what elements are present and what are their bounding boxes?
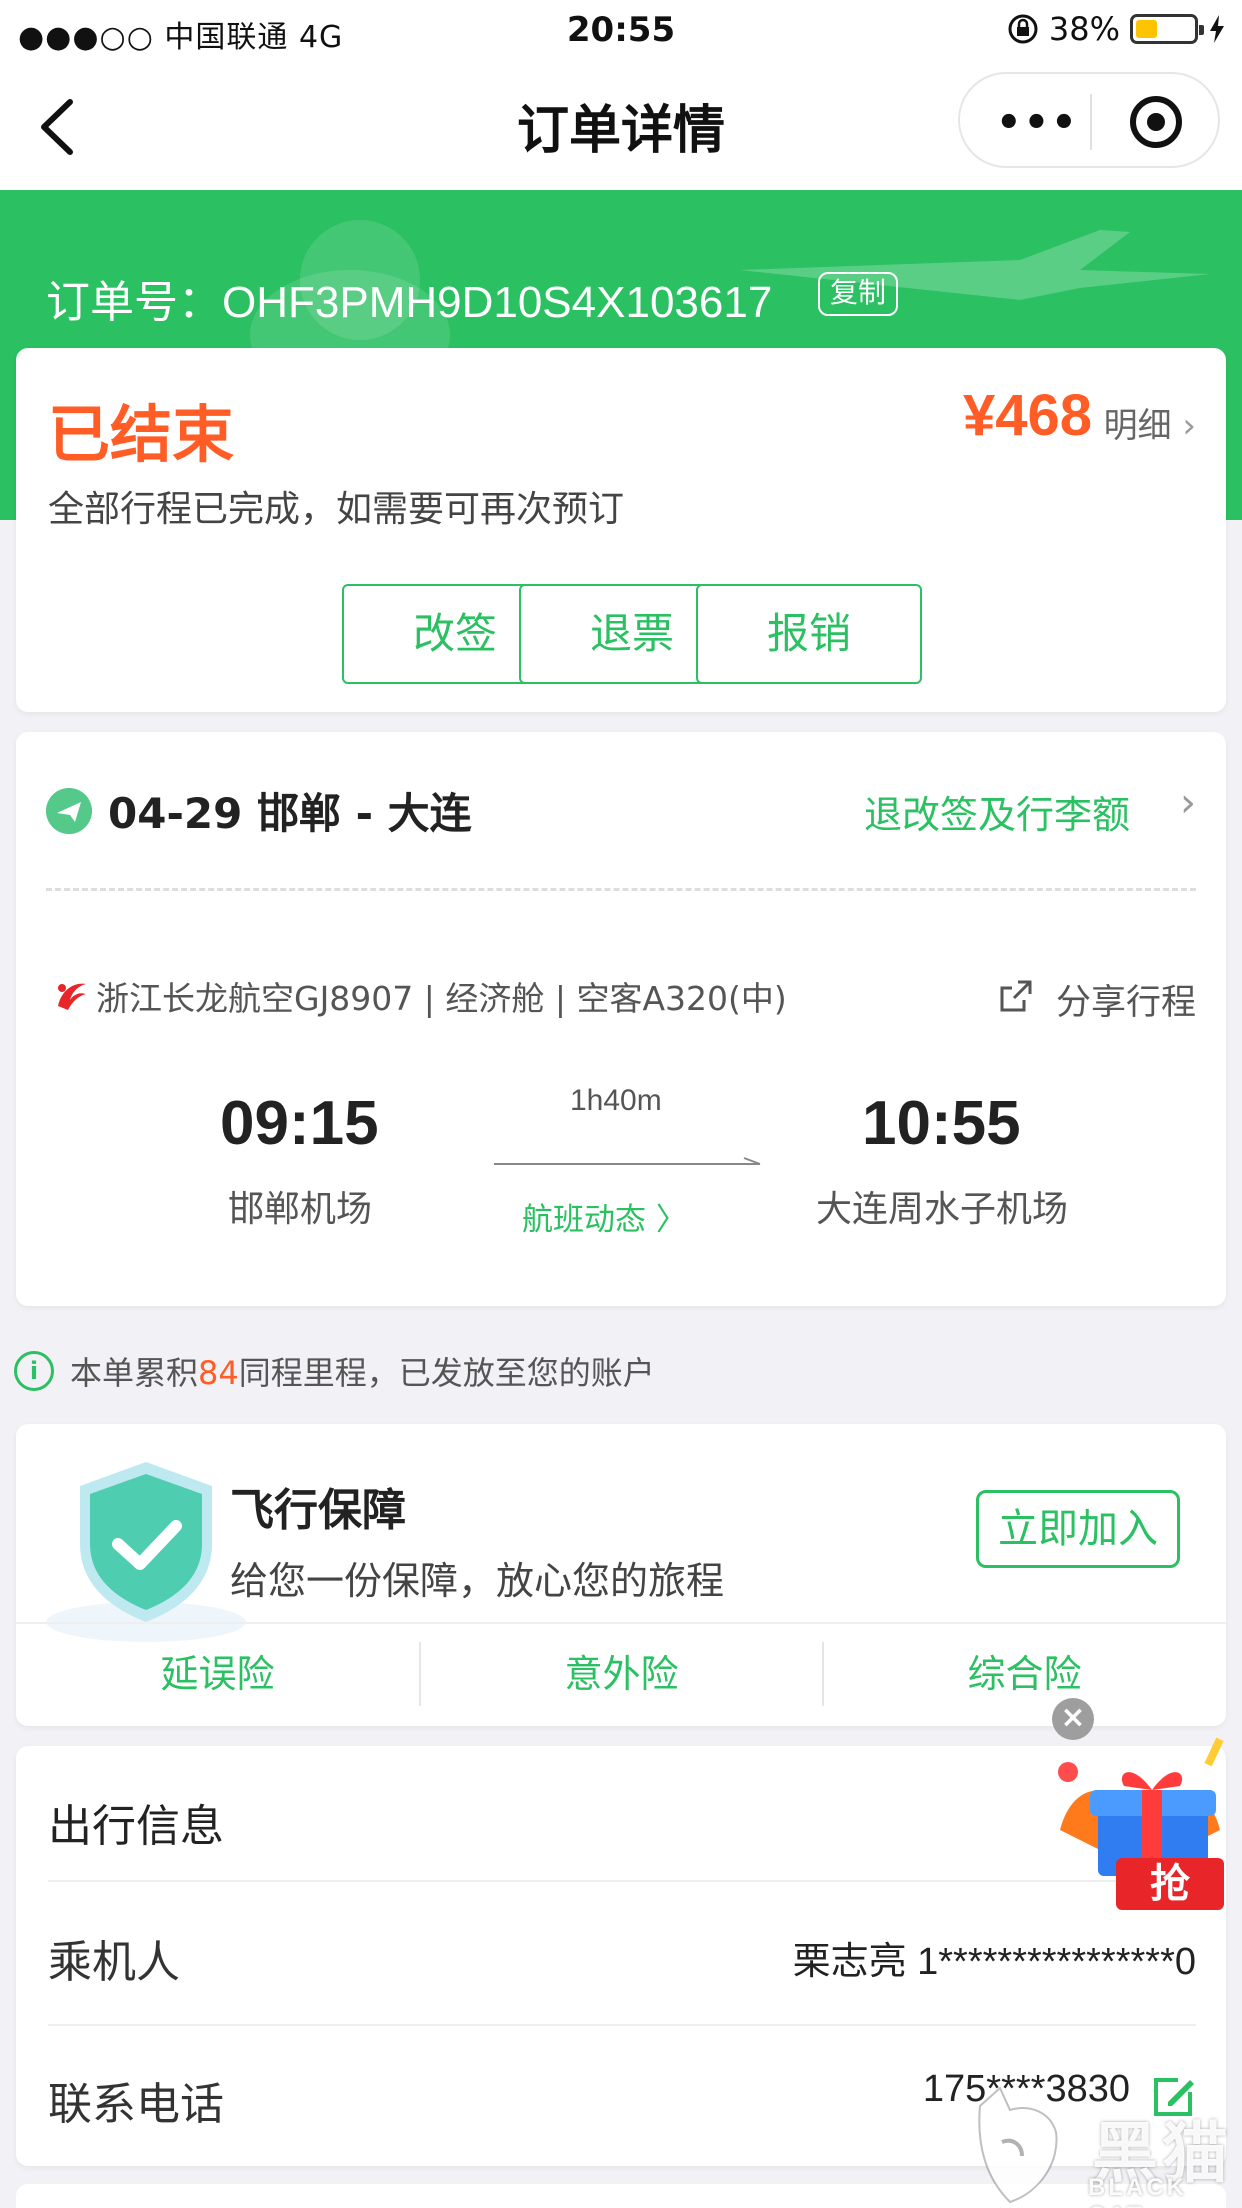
airplane-decoration-icon	[740, 230, 1210, 300]
mini-program-capsule: •••	[958, 72, 1220, 168]
order-status-description: 全部行程已完成，如需要可再次预订	[48, 489, 625, 530]
order-number-value: OHF3PMH9D10S4X103617	[222, 278, 773, 327]
flight-arrow	[494, 1157, 761, 1165]
flight-info: 浙江长龙航空GJ8907 | 经济舱 | 空客A320(中)	[96, 979, 787, 1018]
battery-icon	[1130, 14, 1204, 44]
price-detail-label: 明细	[1103, 406, 1172, 446]
mileage-notice: i 本单累积84同程里程，已发放至您的账户	[14, 1346, 655, 1396]
capsule-divider	[1090, 94, 1092, 150]
watermark-subtext: BLACK CAT	[1088, 2174, 1187, 2208]
passenger-value: 栗志亮 1****************0	[792, 1941, 1196, 1983]
rotation-lock-icon	[1008, 14, 1038, 44]
tab-accident-insurance[interactable]: 意外险	[420, 1622, 823, 1726]
info-icon: i	[14, 1351, 54, 1391]
flight-status-link[interactable]: 航班动态 〉	[522, 1194, 687, 1239]
insurance-card: 飞行保障 给您一份保障，放心您的旅程 立即加入 延误险 意外险 综合险	[16, 1424, 1226, 1726]
passenger-label: 乘机人	[48, 1937, 180, 1988]
order-number-label: 订单号：	[46, 278, 222, 327]
charging-icon	[1210, 15, 1224, 43]
tab-delay-insurance[interactable]: 延误险	[16, 1622, 419, 1726]
price-detail-link[interactable]: 明细 ›	[1104, 398, 1196, 447]
mileage-prefix: 本单累积	[70, 1354, 199, 1392]
mileage-suffix: 同程里程，已发放至您的账户	[238, 1354, 655, 1392]
arrival-time: 10:55	[862, 1089, 1021, 1158]
status-right: 38%	[1007, 10, 1226, 48]
mileage-text: 本单累积84同程里程，已发放至您的账户	[70, 1348, 655, 1394]
order-status-title: 已结束	[48, 398, 235, 471]
order-number: 订单号：OHF3PMH9D10S4X103617	[46, 266, 772, 330]
share-icon[interactable]	[996, 976, 1036, 1016]
copy-button[interactable]: 复制	[818, 272, 899, 316]
mileage-points: 84	[198, 1354, 239, 1392]
insurance-title: 飞行保障	[230, 1485, 406, 1536]
insurance-description: 给您一份保障，放心您的旅程	[230, 1559, 725, 1603]
reimbursement-button[interactable]: 报销	[696, 584, 922, 684]
more-dots-icon[interactable]: •••	[996, 100, 1079, 146]
join-insurance-button[interactable]: 立即加入	[976, 1490, 1180, 1568]
travel-info-header: 出行信息	[48, 1801, 224, 1852]
battery-percent: 38%	[1048, 10, 1120, 48]
phone-label: 联系电话	[48, 2079, 224, 2130]
row-divider	[48, 2024, 1196, 2026]
target-circle-icon[interactable]	[1130, 96, 1182, 148]
baggage-rules-link[interactable]: 退改签及行李额	[864, 784, 1130, 839]
flight-card: 04-29 邯郸 - 大连 退改签及行李额 › 浙江长龙航空GJ8907 | 经…	[16, 732, 1226, 1306]
order-price[interactable]: ¥468	[963, 382, 1092, 449]
grab-label[interactable]: 抢	[1116, 1858, 1224, 1910]
flight-duration: 1h40m	[570, 1084, 662, 1117]
promo-gift-widget[interactable]: × 抢	[1040, 1690, 1240, 1920]
battery-fill	[1136, 20, 1157, 38]
departure-airport: 邯郸机场	[228, 1189, 373, 1230]
chevron-right-icon[interactable]: ›	[1180, 780, 1196, 826]
airline-logo-icon	[58, 983, 86, 1010]
share-trip-link[interactable]: 分享行程	[1056, 974, 1196, 1025]
departure-time: 09:15	[220, 1089, 379, 1158]
order-status-card: 已结束 ¥468 明细 › 全部行程已完成，如需要可再次预订 改签 退票 报销	[16, 348, 1226, 712]
dashed-divider	[46, 888, 1196, 891]
chevron-right-icon: ›	[1182, 406, 1196, 446]
arrival-airport: 大连周水子机场	[816, 1189, 1069, 1230]
nav-bar: 订单详情 •••	[0, 62, 1242, 190]
flight-route: 04-29 邯郸 - 大连	[108, 789, 472, 838]
row-divider	[48, 1880, 1196, 1882]
shield-check-icon	[46, 1462, 246, 1642]
status-bar: ●●●○○ 中国联通 4G 20:55 38%	[0, 0, 1242, 62]
plane-icon	[46, 788, 92, 834]
